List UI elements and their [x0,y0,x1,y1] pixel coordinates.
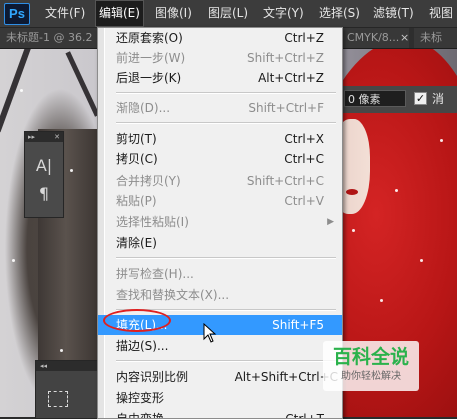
menu-item-label: 选择性粘贴(I) [116,215,189,229]
watermark: 百科全说 助你轻松解决 [323,341,419,391]
snowflake [12,259,15,262]
lips [346,189,358,195]
menu-item-shortcut: Ctrl+X [284,132,324,146]
snowflake [60,349,63,352]
menu-item-cut[interactable]: 剪切(T) Ctrl+X [98,129,342,149]
marquee-tool-icon[interactable] [48,391,68,407]
mouse-cursor-icon [203,323,217,343]
menu-separator [116,257,336,259]
collapse-icon[interactable]: ▸▸ [28,132,35,142]
menu-item-shortcut: Ctrl+V [284,194,324,208]
menu-image[interactable]: 图像(I) [151,0,196,27]
photoshop-logo: Ps [4,3,30,25]
menu-item-paste-special[interactable]: 选择性粘贴(I) ▶ [98,212,342,232]
menu-bar: Ps 文件(F) 编辑(E) 图像(I) 图层(L) 文字(Y) 选择(S) 滤… [0,0,457,28]
menu-separator [116,360,336,362]
menu-file[interactable]: 文件(F) [41,0,89,27]
menu-item-shortcut: Shift+F5 [272,318,324,332]
menu-filter[interactable]: 滤镜(T) [369,0,418,27]
snowflake [20,89,23,92]
menu-view[interactable]: 视图 [425,0,457,27]
menu-item-content-aware-scale[interactable]: 内容识别比例 Alt+Shift+Ctrl+C [98,367,342,387]
menu-item-shortcut: Ctrl+C [284,152,324,166]
menu-item-label: 前进一步(W) [116,51,186,65]
snowflake [380,299,383,302]
snowflake [395,189,398,192]
menu-type[interactable]: 文字(Y) [259,0,308,27]
snowflake [440,139,443,142]
menu-item-label: 还原套索(O) [116,31,183,45]
submenu-arrow-icon: ▶ [327,217,334,227]
snowflake [420,259,423,262]
watermark-subtitle: 助你轻松解决 [341,371,401,382]
menu-item-label: 清除(E) [116,236,157,250]
feather-input[interactable]: 0 像素 [344,90,406,107]
toolbox-panel: ◂◂ [35,360,99,419]
menu-select[interactable]: 选择(S) [315,0,364,27]
tab-document-2[interactable]: CMYK/8... [341,28,409,48]
menu-item-fade[interactable]: 渐隐(D)... Shift+Ctrl+F [98,98,342,118]
menu-item-shortcut: Shift+Ctrl+Z [247,51,324,65]
menu-item-label: 内容识别比例 [116,370,189,384]
close-icon[interactable]: ✕ [54,132,60,142]
menu-item-label: 拼写检查(H)... [116,267,194,281]
menu-layer[interactable]: 图层(L) [204,0,252,27]
menu-item-step-backward[interactable]: 后退一步(K) Alt+Ctrl+Z [98,68,342,88]
options-bar: 0 像素 ✓ 消 [340,86,457,113]
menu-item-shortcut: Shift+Ctrl+C [246,174,324,188]
edit-menu-dropdown: 还原套索(O) Ctrl+Z 前进一步(W) Shift+Ctrl+Z 后退一步… [97,27,343,419]
menu-item-label: 后退一步(K) [116,71,182,85]
menu-item-paste[interactable]: 粘贴(P) Ctrl+V [98,191,342,211]
watermark-title: 百科全说 [332,346,409,368]
menu-item-copy-merged[interactable]: 合并拷贝(Y) Shift+Ctrl+C [98,171,342,191]
panel-header[interactable]: ▸▸ ✕ [25,132,63,142]
menu-item-copy[interactable]: 拷贝(C) Ctrl+C [98,149,342,169]
menu-item-undo-lasso[interactable]: 还原套索(O) Ctrl+Z [98,28,342,48]
menu-item-stroke[interactable]: 描边(S)... [98,336,342,356]
menu-separator [116,122,336,124]
tab-document-3[interactable]: 未标 [414,28,457,48]
menu-item-label: 合并拷贝(Y) [116,174,181,188]
menu-item-clear[interactable]: 清除(E) [98,233,342,253]
menu-item-label: 渐隐(D)... [116,101,171,115]
tab-document-1[interactable]: 未标题-1 @ 36.2 [0,28,107,48]
text-tool-icon[interactable]: A| [31,154,57,178]
toolbox-collapse-icon[interactable]: ◂◂ [36,361,98,371]
menu-item-label: 粘贴(P) [116,194,157,208]
paragraph-icon[interactable]: ¶ [31,182,57,206]
snowflake [70,169,73,172]
menu-item-free-transform[interactable]: 自由变换 Ctrl+T [98,409,342,419]
tab-close-icon[interactable]: × [400,28,409,48]
tree-branch [65,51,100,117]
menu-item-find-replace[interactable]: 查找和替换文本(X)... [98,285,342,305]
menu-item-puppet-warp[interactable]: 操控变形 [98,388,342,408]
menu-item-label: 操控变形 [116,391,165,405]
menu-item-check-spelling[interactable]: 拼写检查(H)... [98,264,342,284]
menu-item-shortcut: Shift+Ctrl+F [248,101,324,115]
menu-edit[interactable]: 编辑(E) [95,0,144,27]
menu-item-label: 描边(S)... [116,339,169,353]
menu-item-label: 自由变换 [116,412,165,419]
menu-separator [116,92,336,94]
annotation-ring [103,309,171,332]
menu-item-shortcut: Ctrl+Z [284,31,324,45]
tree-branch [0,49,32,133]
menu-item-step-forward[interactable]: 前进一步(W) Shift+Ctrl+Z [98,48,342,68]
snowflake [352,229,355,232]
antialias-checkbox[interactable]: ✓ [414,92,427,105]
menu-item-label: 查找和替换文本(X)... [116,288,230,302]
menu-item-label: 剪切(T) [116,132,157,146]
menu-item-shortcut: Ctrl+T [285,412,324,419]
antialias-label: 消 [432,92,445,106]
menu-item-shortcut: Alt+Ctrl+Z [258,71,324,85]
menu-item-label: 拷贝(C) [116,152,158,166]
character-tools-panel: ▸▸ ✕ A| ¶ [24,131,64,218]
